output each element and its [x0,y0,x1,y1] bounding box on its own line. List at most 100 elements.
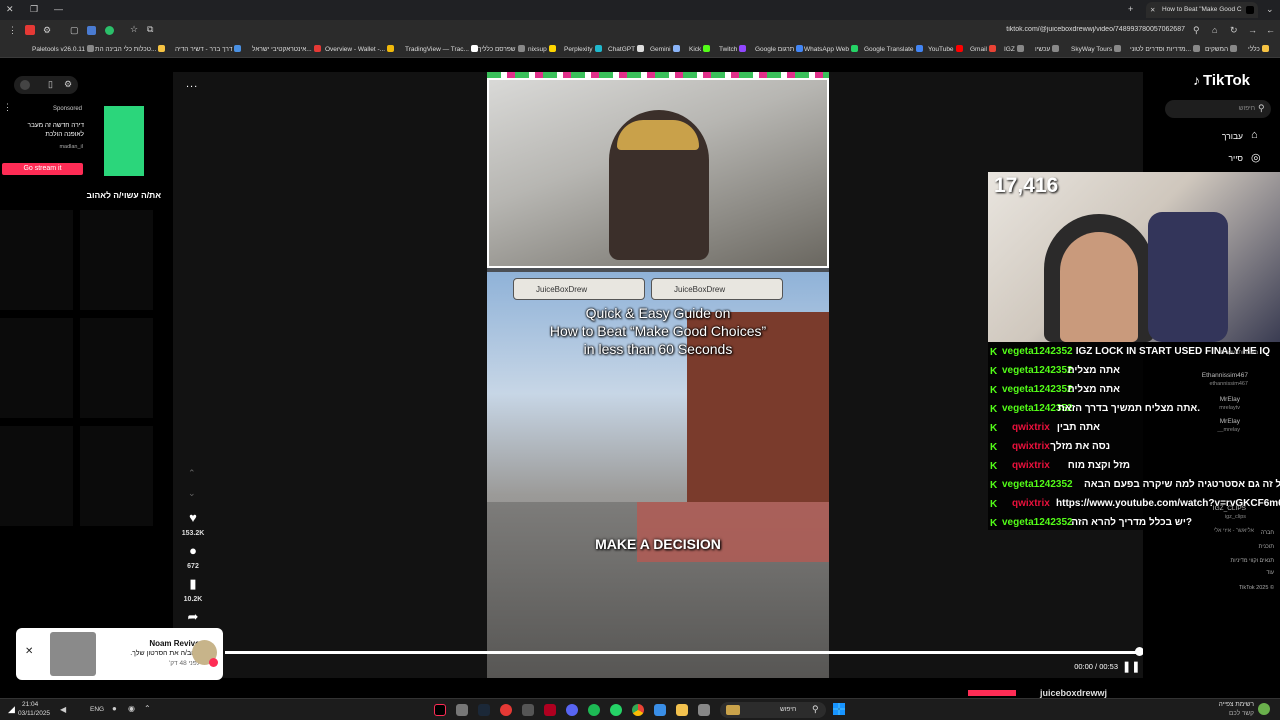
app-icon[interactable] [522,704,534,716]
video-progress-bar[interactable] [225,651,1140,654]
bookmark-item[interactable]: Kick [689,45,711,53]
pause-icon[interactable]: ❚❚ [1122,660,1140,673]
bookmark-item[interactable]: אינטראקטיבי ישראל... [252,45,321,53]
bookmark-item[interactable]: דרך ברר - דשיר הדיה [175,45,242,53]
home-browser-icon[interactable]: ⌂ [1212,26,1217,35]
install-icon[interactable]: ⧉ [147,25,153,34]
site-info-icon[interactable]: ⚲ [1193,26,1200,35]
app-icon[interactable] [544,704,556,716]
avatar-small[interactable] [20,80,30,90]
bookmark-item[interactable]: nixsup [528,45,556,53]
close-icon[interactable]: ✕ [25,646,33,657]
tiktok-app-icon[interactable] [434,704,446,716]
restore-window-icon[interactable]: ❐ [30,5,38,14]
bookmark-item[interactable]: Gemini [650,45,680,53]
profile-icon[interactable] [87,26,96,35]
settings-icon[interactable]: ⚙ [64,79,72,90]
phone-icon[interactable]: ▯ [48,79,53,90]
suggested-tile[interactable] [0,318,73,418]
footer-link[interactable]: תנאים וקווי מדיניות [1230,558,1274,564]
video-player[interactable]: JuiceBoxDrew JuiceBoxDrew Quick & Easy G… [487,72,829,678]
tab-search-icon[interactable]: ⌄ [1266,5,1274,14]
bookmark-item[interactable]: עכשיו [1035,45,1060,53]
taskbar-search[interactable]: חיפוש ⚲ [720,702,826,718]
address-bar[interactable]: tiktok.com/@juiceboxdrewwj/video/7489937… [960,26,1185,33]
tray-chevron-icon[interactable]: ⌃ [144,704,151,713]
reload-icon[interactable]: ↻ [1230,26,1238,35]
network-icon[interactable]: ◉ [128,704,135,713]
bookmark-item[interactable]: טכלות כלי הבינה הת... [95,45,166,53]
app-icon[interactable] [698,704,710,716]
tab-close-icon[interactable]: ✕ [1150,6,1155,14]
bookmark-item[interactable]: Gmail [970,45,996,53]
like-icon[interactable]: ♥ [185,510,201,525]
calculator-icon[interactable] [456,704,468,716]
volume-icon[interactable]: ◀ [60,705,66,714]
weather-icon[interactable] [1258,703,1270,715]
bookmark-item[interactable]: YouTube [928,45,963,53]
app-icon[interactable] [500,704,512,716]
chrome-icon[interactable] [632,704,644,716]
bookmark-item[interactable]: שפרסם כלליך [478,45,525,53]
bookmark-item[interactable]: Overview - Wallet -... [325,45,395,53]
tab-active[interactable]: ✕ How to Beat "Make Good C [1146,2,1258,18]
bookmark-item[interactable]: Google Translate [864,45,923,53]
scroll-down-icon[interactable]: ⌄ [188,488,196,499]
bookmark-item[interactable]: Perplexity [564,45,602,53]
steam-icon[interactable] [478,704,490,716]
tiktok-logo[interactable]: TikTok [1203,72,1250,89]
microphone-icon[interactable]: ● [112,704,117,713]
suggested-tile[interactable] [0,426,73,526]
comment-icon[interactable]: ● [185,543,201,558]
bookmark-item[interactable]: ChatGPT [608,45,645,53]
sync-icon[interactable] [105,26,114,35]
extension-icon[interactable] [25,25,35,35]
notification-toast[interactable]: ✕ Noam Revivo אהב/ה את הסרטון שלך. לפני … [16,628,223,680]
file-explorer-icon[interactable] [676,704,688,716]
ad-thumbnail[interactable] [104,106,144,176]
weather-label[interactable]: רשימת צפייה [1180,701,1254,708]
back-icon[interactable]: ← [1266,26,1275,35]
ad-more-icon[interactable]: ⋮ [3,102,12,113]
search-icon[interactable]: ⚲ [1258,103,1265,114]
sidebar-icon[interactable]: ▢ [70,26,79,35]
nav-item-explore[interactable]: סייר ◎ [1143,150,1280,166]
bookmark-item[interactable]: מדריות וסדרים לטוני... [1130,45,1201,53]
bookmark-item[interactable]: Google תרגום [755,45,804,53]
spotify-icon[interactable] [588,704,600,716]
discord-icon[interactable] [566,704,578,716]
forward-icon[interactable]: → [1248,26,1257,35]
bookmark-item[interactable]: Paletools v26.0.11 [32,45,94,53]
new-tab-icon[interactable]: + [1128,5,1133,14]
suggested-tile[interactable] [0,210,73,310]
bookmark-item[interactable]: המשקים [1205,45,1238,53]
footer-link[interactable]: תוכנית [1259,544,1274,550]
search-input[interactable]: חיפוש ⚲ [1165,100,1271,118]
clock-time[interactable]: 21:04 [22,701,38,708]
close-window-icon[interactable]: ✕ [6,5,14,14]
extensions-puzzle-icon[interactable]: ⚙ [43,26,51,35]
nav-item-for-you[interactable]: עבורך ⌂ [1143,128,1280,144]
bookmark-item[interactable]: TradingView — Trac... [405,45,478,53]
suggested-tile[interactable] [80,210,153,310]
share-icon[interactable]: ➦ [185,609,201,625]
bookmark-item[interactable]: SkyWay Tours [1071,45,1122,53]
creator-username[interactable]: juiceboxdrewwj [1040,688,1107,698]
scroll-up-icon[interactable]: ⌃ [188,468,196,479]
bookmark-item[interactable]: כללי [1248,45,1269,53]
bookmark-icon[interactable]: ▮ [185,576,201,592]
bookmark-star-icon[interactable]: ☆ [130,25,138,34]
suggested-tile[interactable] [80,426,153,526]
bookmark-item[interactable]: WhatsApp Web [804,45,859,53]
menu-icon[interactable]: ⋮ [8,26,17,35]
footer-link[interactable]: עוד [1266,570,1274,576]
more-options-button[interactable]: ... [186,78,198,90]
wifi-icon[interactable]: ◢ [8,704,15,715]
bookmark-item[interactable]: Twitch [719,45,747,53]
clock-date[interactable]: 03/11/2025 [18,710,50,717]
whatsapp-icon[interactable] [610,704,622,716]
bookmark-item[interactable]: IGZ [1004,45,1024,53]
ad-cta-button[interactable]: Go stream it [2,163,83,175]
start-icon[interactable] [833,703,845,715]
follow-button-partial[interactable] [968,690,1016,696]
